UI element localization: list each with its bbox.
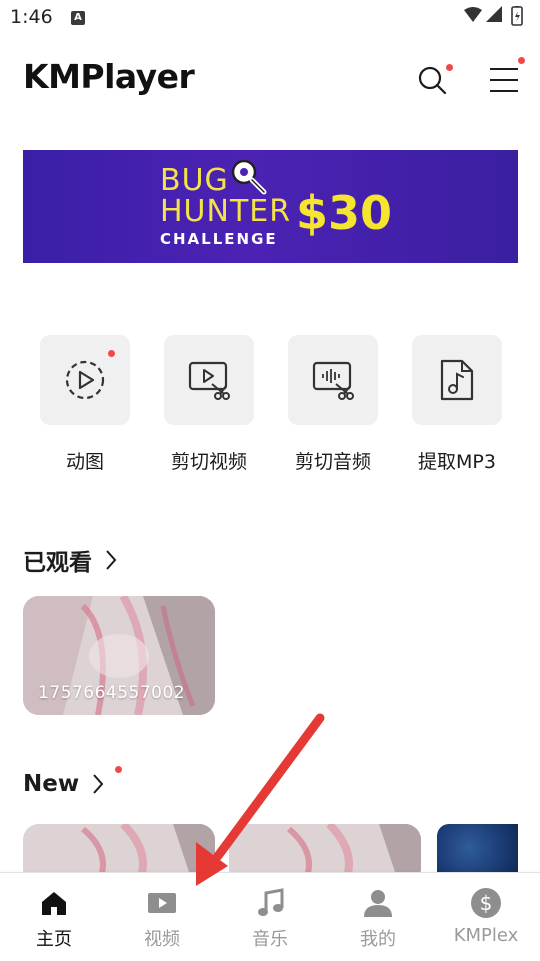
menu-button[interactable] <box>484 57 525 100</box>
bottom-navigation: 主页 视频 音乐 我的 $ KMPlex <box>0 872 540 961</box>
gif-play-icon <box>65 360 105 400</box>
search-button[interactable] <box>412 60 453 100</box>
person-icon <box>364 890 392 917</box>
tool-extract-mp3-label: 提取MP3 <box>418 451 496 473</box>
menu-notification-dot <box>518 57 525 64</box>
watched-video-caption: 1757664557002 <box>38 683 186 703</box>
tool-gif-notification-dot <box>108 350 115 357</box>
tool-video-cut-label: 剪切视频 <box>170 451 247 473</box>
wifi-signal-battery-icon <box>464 5 523 26</box>
video-icon <box>148 893 176 913</box>
nav-kmplex-label: KMPlex <box>453 925 519 946</box>
search-notification-dot <box>446 64 453 71</box>
new-title: New <box>23 771 80 797</box>
audio-cut-icon <box>312 361 354 400</box>
app-logo: KMPlayer <box>23 57 195 96</box>
banner-line-challenge: CHALLENGE <box>160 230 278 248</box>
tool-gif-label: 动图 <box>65 451 104 473</box>
tool-video-cut-box[interactable] <box>164 335 254 425</box>
chevron-right-icon <box>106 550 117 570</box>
watched-title: 已观看 <box>23 550 92 576</box>
tool-audio-cut[interactable]: 剪切音频 <box>271 335 395 474</box>
tool-video-cut[interactable]: 剪切视频 <box>147 335 271 474</box>
new-section-header[interactable]: New <box>23 771 105 797</box>
video-cut-icon <box>188 361 230 400</box>
notification-a-icon: A <box>71 11 85 25</box>
chevron-right-icon <box>93 774 104 794</box>
banner-line-hunter: HUNTER <box>160 194 292 229</box>
watched-video-thumbnail[interactable]: 1757664557002 <box>23 596 215 715</box>
tool-extract-mp3-box[interactable] <box>412 335 502 425</box>
nav-video-label: 视频 <box>144 929 180 950</box>
nav-mine-label: 我的 <box>360 929 396 950</box>
home-icon <box>42 892 66 915</box>
magnifier-icon <box>231 159 267 195</box>
banner-line-bug: BUG <box>160 163 229 198</box>
music-file-icon <box>440 359 474 401</box>
dollar-icon: $ <box>471 888 501 918</box>
music-note-icon <box>258 888 284 916</box>
nav-kmplex[interactable]: $ KMPlex <box>432 873 540 961</box>
tool-audio-cut-label: 剪切音频 <box>294 451 371 473</box>
tool-gif-box[interactable] <box>40 335 130 425</box>
nav-video[interactable]: 视频 <box>108 873 216 961</box>
nav-home-label: 主页 <box>36 929 72 950</box>
watched-section-header[interactable]: 已观看 <box>23 543 118 577</box>
new-section-notification-dot <box>115 766 122 773</box>
tools-row: 动图 剪切视频 剪切音频 提取MP3 <box>0 335 540 475</box>
banner-amount: $30 <box>296 186 393 240</box>
app-header: KMPlayer <box>0 48 540 112</box>
status-time: 1:46 <box>10 6 53 28</box>
nav-mine[interactable]: 我的 <box>324 873 432 961</box>
bug-hunter-banner[interactable]: BUG HUNTER CHALLENGE $30 <box>23 150 518 263</box>
svg-text:$: $ <box>480 891 493 915</box>
nav-home[interactable]: 主页 <box>0 873 108 961</box>
nav-music[interactable]: 音乐 <box>216 873 324 961</box>
status-indicators <box>462 5 532 28</box>
tool-audio-cut-box[interactable] <box>288 335 378 425</box>
nav-music-label: 音乐 <box>252 929 288 950</box>
status-bar: 1:46 A <box>0 0 540 36</box>
hamburger-menu-icon <box>490 68 518 92</box>
tool-gif[interactable]: 动图 <box>23 335 147 474</box>
tool-extract-mp3[interactable]: 提取MP3 <box>395 335 519 474</box>
annotation-arrow <box>196 713 325 886</box>
